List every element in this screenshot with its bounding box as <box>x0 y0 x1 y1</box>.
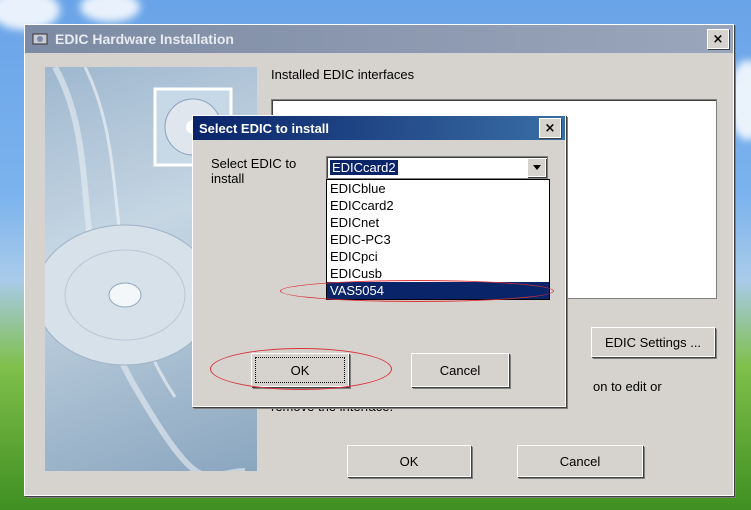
dropdown-option[interactable]: EDICnet <box>327 214 549 231</box>
combobox-selected-value: EDICcard2 <box>330 160 398 175</box>
chevron-down-icon <box>532 165 541 170</box>
main-window-title: EDIC Hardware Installation <box>55 31 234 47</box>
dialog-cancel-button[interactable]: Cancel <box>411 353 509 387</box>
dialog-title: Select EDIC to install <box>199 120 330 136</box>
app-icon <box>32 33 48 45</box>
dropdown-option[interactable]: EDICusb <box>327 265 549 282</box>
dropdown-option[interactable]: EDICblue <box>327 180 549 197</box>
dropdown-option[interactable]: EDICpci <box>327 248 549 265</box>
combobox-arrow-button[interactable] <box>527 158 546 177</box>
main-cancel-button[interactable]: Cancel <box>517 445 643 477</box>
main-ok-button[interactable]: OK <box>347 445 471 477</box>
main-titlebar[interactable]: EDIC Hardware Installation × <box>25 25 733 53</box>
select-edic-label: Select EDIC to install <box>211 156 297 186</box>
select-edic-dialog: Select EDIC to install × Select EDIC to … <box>192 115 566 407</box>
dropdown-option-highlighted[interactable]: VAS5054 <box>327 282 549 299</box>
dropdown-option[interactable]: EDICcard2 <box>327 197 549 214</box>
cloud <box>80 0 140 22</box>
installed-interfaces-label: Installed EDIC interfaces <box>271 67 415 82</box>
edic-select-combobox[interactable]: EDICcard2 <box>326 156 548 179</box>
main-close-button[interactable]: × <box>707 29 729 49</box>
dialog-close-button[interactable]: × <box>539 118 561 138</box>
edic-settings-button[interactable]: EDIC Settings ... <box>591 327 715 357</box>
close-icon: × <box>712 31 724 47</box>
dropdown-option[interactable]: EDIC-PC3 <box>327 231 549 248</box>
dialog-titlebar[interactable]: Select EDIC to install × <box>193 116 565 140</box>
dialog-ok-button[interactable]: OK <box>251 353 349 387</box>
edic-dropdown-list[interactable]: EDICblue EDICcard2 EDICnet EDIC-PC3 EDIC… <box>326 179 550 300</box>
close-icon: × <box>544 120 556 136</box>
